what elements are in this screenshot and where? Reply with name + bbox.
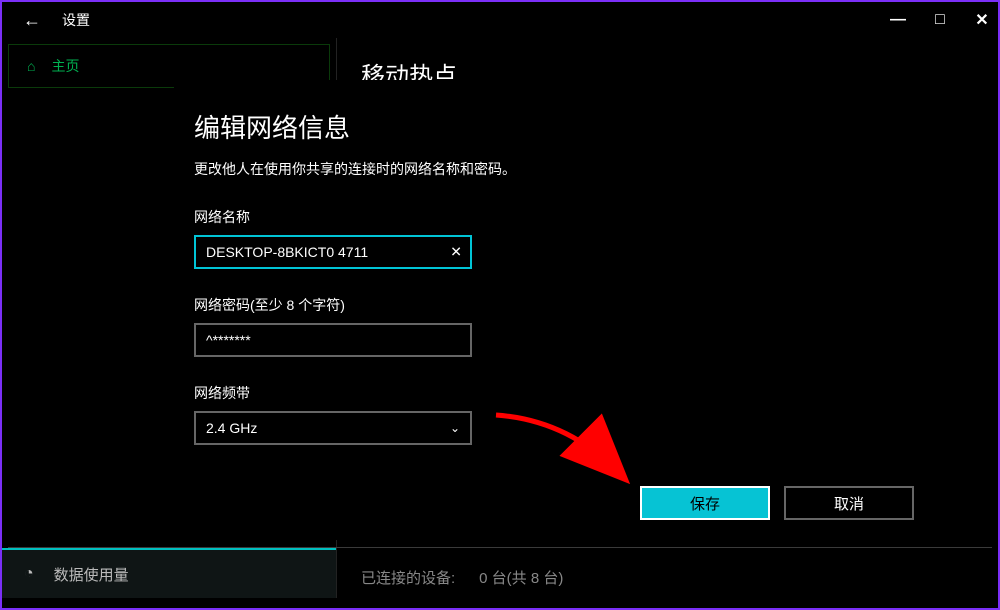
dialog-buttons: 保存 取消	[640, 486, 914, 520]
minimize-button[interactable]: —	[888, 11, 908, 29]
dialog-title: 编辑网络信息	[194, 108, 914, 145]
data-usage-icon: ◔	[24, 565, 34, 583]
maximize-button[interactable]: □	[930, 11, 950, 29]
connected-devices-label: 已连接的设备:	[361, 567, 455, 588]
connected-devices-value: 0 台(共 8 台)	[479, 567, 563, 588]
sidebar-item-data-usage[interactable]: ◔ 数据使用量	[2, 548, 336, 598]
edit-network-dialog: 编辑网络信息 更改他人在使用你共享的连接时的网络名称和密码。 网络名称 ✕ 网络…	[174, 80, 934, 540]
network-name-label: 网络名称	[194, 207, 914, 227]
network-name-input[interactable]: ✕	[194, 235, 472, 269]
save-button[interactable]: 保存	[640, 486, 770, 520]
window-controls: — □ ✕	[888, 2, 992, 38]
network-password-field[interactable]	[206, 332, 436, 348]
window-title: 设置	[62, 10, 90, 30]
clear-input-icon[interactable]: ✕	[450, 244, 462, 261]
network-name-field[interactable]	[206, 244, 436, 260]
connected-devices-row: 已连接的设备: 0 台(共 8 台)	[361, 567, 563, 588]
home-icon: ⌂	[27, 58, 35, 74]
network-name-group: 网络名称 ✕	[194, 207, 914, 269]
network-password-input[interactable]	[194, 323, 472, 357]
network-band-value: 2.4 GHz	[206, 420, 257, 436]
network-band-label: 网络频带	[194, 383, 914, 403]
window-titlebar: ← 设置 — □ ✕	[2, 2, 998, 38]
separator	[8, 547, 992, 548]
close-button[interactable]: ✕	[972, 10, 992, 30]
data-usage-label: 数据使用量	[54, 564, 129, 585]
back-button[interactable]: ←	[12, 2, 52, 38]
dialog-subtitle: 更改他人在使用你共享的连接时的网络名称和密码。	[194, 159, 914, 179]
network-password-label: 网络密码(至少 8 个字符)	[194, 295, 914, 315]
network-band-select[interactable]: 2.4 GHz ⌄	[194, 411, 472, 445]
sidebar-home-label: 主页	[51, 56, 79, 76]
cancel-button[interactable]: 取消	[784, 486, 914, 520]
chevron-down-icon: ⌄	[450, 421, 460, 435]
network-password-group: 网络密码(至少 8 个字符)	[194, 295, 914, 357]
network-band-group: 网络频带 2.4 GHz ⌄	[194, 383, 914, 445]
